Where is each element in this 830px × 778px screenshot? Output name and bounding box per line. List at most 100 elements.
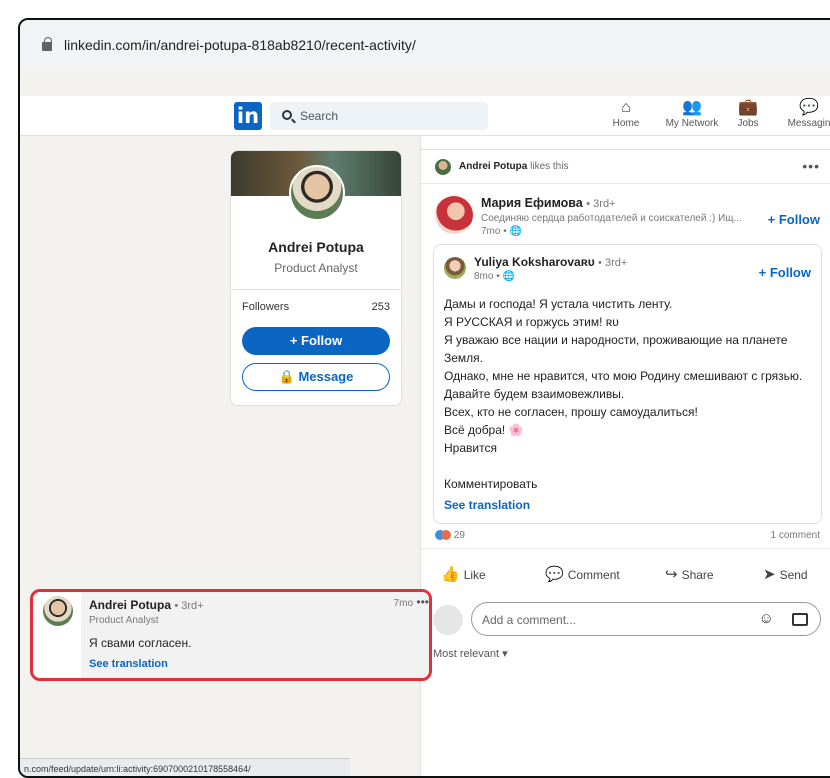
message-icon: 💬 — [799, 99, 819, 116]
send-icon: ➤ — [763, 566, 776, 583]
bookmarks-bar — [20, 70, 830, 96]
post-line: Всех, кто не согласен, прошу самоудалить… — [444, 405, 698, 419]
share-button[interactable]: ↪ Share — [665, 565, 714, 583]
reactions-count[interactable]: 29 — [435, 530, 465, 541]
nav-messaging[interactable]: 💬 Messagin — [784, 98, 830, 129]
post-line: Дамы и господа! Я устала чистить ленту. — [444, 297, 673, 311]
comment-time: 7mo — [393, 598, 413, 609]
globe-icon: 🌐 — [509, 226, 522, 237]
shared-time-line: 8mo • 🌐 — [474, 271, 515, 282]
comment-author[interactable]: Andrei Potupa — [89, 598, 171, 612]
search-icon — [282, 110, 292, 120]
comment-text: Я свами согласен. — [89, 636, 192, 650]
image-icon[interactable] — [792, 613, 808, 626]
shared-name-line: Yuliya Koksharovaʀᴜ • 3rd+ — [474, 255, 627, 269]
see-translation-link[interactable]: See translation — [89, 658, 168, 670]
activity-feed: Andrei Potupa likes this ••• Мария Ефимо… — [420, 136, 830, 776]
comment-label: Comment — [567, 568, 620, 582]
shared-post: Yuliya Koksharovaʀᴜ • 3rd+ 8mo • 🌐 + Fol… — [433, 244, 822, 524]
more-options-icon[interactable]: ••• — [802, 158, 820, 174]
post-line: Однако, мне не нравится, что мою Родину … — [444, 369, 803, 383]
avatar[interactable] — [435, 159, 451, 175]
send-label: Send — [779, 568, 808, 582]
nav-network-label: My Network — [665, 118, 719, 129]
actor-time: 7mo • 🌐 — [481, 226, 522, 237]
post-line: Земля. — [444, 351, 484, 365]
love-reaction-icon — [441, 530, 451, 541]
post-line: Нравится — [444, 441, 497, 455]
post-body: Дамы и господа! Я устала чистить ленту. … — [444, 295, 824, 493]
comment-input[interactable]: Add a comment... ☺ — [471, 602, 821, 636]
message-button[interactable]: 🔒 Message — [242, 363, 390, 391]
comment-name-line: Andrei Potupa • 3rd+ — [89, 598, 204, 612]
profile-name[interactable]: Andrei Potupa — [231, 239, 401, 255]
profile-card: Andrei Potupa Product Analyst Followers … — [230, 150, 402, 406]
post-line: Всё добра! 🌸 — [444, 423, 524, 437]
search-input[interactable]: Search — [270, 102, 488, 130]
avatar — [433, 605, 463, 635]
nav-jobs-label: Jobs — [737, 118, 759, 129]
comment-button[interactable]: 💬 Comment — [545, 565, 620, 583]
avatar[interactable] — [43, 596, 73, 626]
comment-bubble: Andrei Potupa • 3rd+ Product Analyst 7mo… — [81, 592, 429, 678]
share-label: Share — [681, 568, 714, 582]
nav-home-label: Home — [612, 118, 640, 129]
like-icon: 👍 — [441, 566, 460, 583]
shared-author-name[interactable]: Yuliya Koksharovaʀᴜ — [474, 255, 595, 269]
nav-jobs[interactable]: 💼 Jobs — [730, 98, 766, 129]
comment-composer: Add a comment... ☺ — [421, 596, 830, 640]
reactions-number: 29 — [453, 530, 465, 541]
home-icon: ⌂ — [621, 99, 631, 116]
avatar[interactable] — [444, 257, 466, 279]
network-icon: 👥 — [682, 99, 702, 116]
follow-actor-button[interactable]: + Follow — [768, 212, 820, 227]
actor-headline: Соединяю сердца работодателей и соискате… — [481, 213, 742, 224]
like-button[interactable]: 👍 Like — [441, 565, 486, 583]
browser-window: linkedin.com/in/andrei-potupa-818ab8210/… — [18, 18, 830, 778]
briefcase-icon: 💼 — [738, 99, 758, 116]
follow-button[interactable]: + Follow — [242, 327, 390, 355]
follow-shared-button[interactable]: + Follow — [759, 265, 811, 280]
nav-home[interactable]: ⌂ Home — [606, 98, 646, 129]
avatar[interactable] — [435, 196, 473, 234]
address-bar[interactable]: linkedin.com/in/andrei-potupa-818ab8210/… — [20, 20, 830, 70]
social-counts: 29 1 comment — [421, 524, 830, 548]
likes-actor[interactable]: Andrei Potupa — [459, 161, 527, 172]
emoji-icon[interactable]: ☺ — [759, 610, 774, 627]
comment-headline: Product Analyst — [89, 615, 159, 626]
lock-icon — [42, 37, 52, 51]
post-actor: Мария Ефимова • 3rd+ Соединяю сердца раб… — [421, 184, 830, 240]
comments-count[interactable]: 1 comment — [771, 530, 820, 541]
post-time: 7mo • — [481, 226, 507, 237]
nav-my-network[interactable]: 👥 My Network — [660, 98, 724, 129]
actor-name-line: Мария Ефимова • 3rd+ — [481, 196, 615, 210]
shared-time: 8mo • — [474, 271, 500, 282]
linkedin-logo-icon[interactable]: in — [234, 102, 262, 130]
feed-top-strip — [421, 136, 830, 150]
post-line: Я уважаю все нации и народности, прожива… — [444, 333, 788, 347]
actor-name[interactable]: Мария Ефимова — [481, 196, 583, 210]
search-placeholder: Search — [300, 109, 339, 123]
profile-avatar[interactable] — [289, 165, 345, 221]
linkedin-header: in Search ⌂ Home 👥 My Network 💼 Jobs 💬 M… — [20, 96, 830, 136]
profile-title: Product Analyst — [274, 261, 358, 275]
lock-icon: 🔒 — [278, 369, 299, 384]
more-options-icon[interactable]: ••• — [416, 595, 429, 609]
comment-sort[interactable]: Most relevant ▾ — [421, 640, 830, 666]
post-line: Я РУССКАЯ и горжусь этим! ʀᴜ — [444, 315, 619, 329]
followers-count: 253 — [371, 301, 390, 313]
see-translation-link[interactable]: See translation — [444, 498, 530, 512]
post-line: Давайте будем взаимовежливы. — [444, 387, 625, 401]
share-icon: ↪ — [665, 566, 678, 583]
globe-icon: 🌐 — [502, 271, 515, 282]
post-line: Комментировать — [444, 477, 538, 491]
like-label: Like — [463, 568, 486, 582]
message-label: Message — [298, 369, 354, 384]
post-line — [444, 457, 824, 475]
divider — [231, 289, 401, 290]
send-button[interactable]: ➤ Send — [763, 565, 808, 583]
status-bar-url: n.com/feed/update/urn:li:activity:690700… — [20, 758, 350, 776]
likes-text: Andrei Potupa likes this — [459, 161, 568, 172]
url-text[interactable]: linkedin.com/in/andrei-potupa-818ab8210/… — [64, 37, 416, 53]
actor-degree: • 3rd+ — [586, 198, 616, 210]
